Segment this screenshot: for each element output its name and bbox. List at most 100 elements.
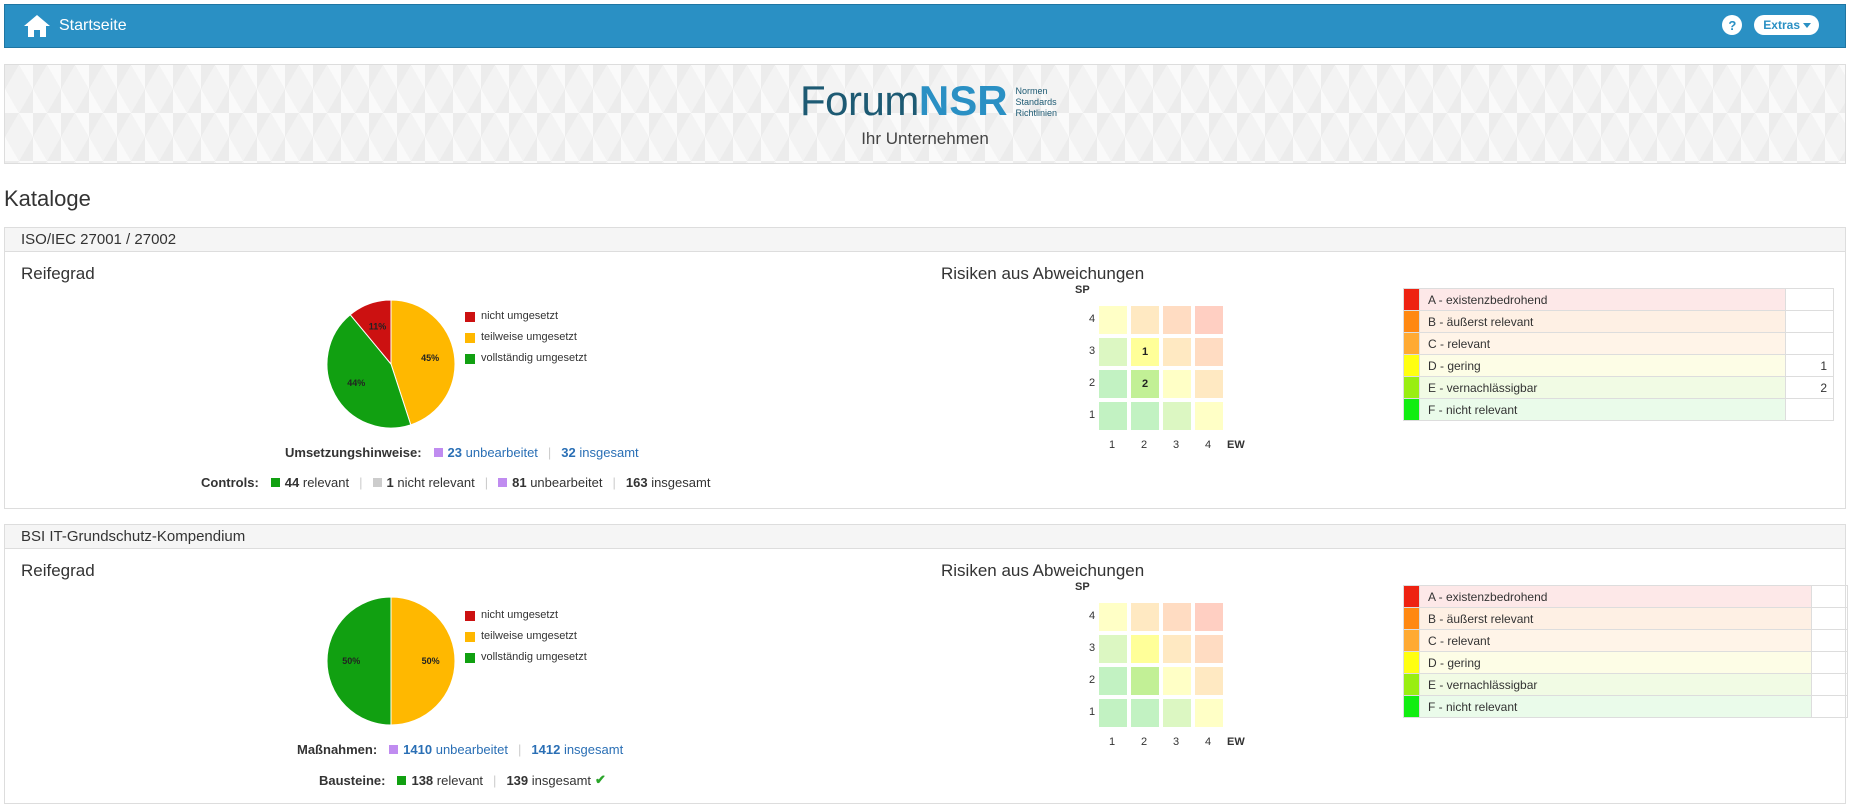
matrix-y-tick: 3 (1089, 345, 1096, 357)
legend-item: teilweise umgesetzt (465, 626, 587, 647)
risk-class-row[interactable]: D - gering (1403, 651, 1848, 674)
help-button[interactable]: ? (1722, 15, 1743, 35)
risk-class-name: B - äußerst relevant (1419, 310, 1786, 333)
logo-tag-line: Richtlinien (1015, 108, 1058, 118)
company-name: Ihr Unternehmen (861, 129, 989, 148)
risk-class-row[interactable]: B - äußerst relevant (1403, 310, 1834, 333)
pie-slice-label: 50% (342, 656, 360, 666)
total-text: insgesamt (563, 742, 624, 757)
risk-matrix-cell[interactable] (1099, 306, 1127, 334)
separator: | (612, 475, 616, 490)
risk-matrix-cell[interactable] (1131, 306, 1159, 334)
risk-class-name: C - relevant (1419, 332, 1786, 355)
risk-matrix-cell[interactable] (1099, 699, 1127, 727)
risk-class-count (1811, 695, 1848, 718)
risk-matrix-cell[interactable] (1195, 306, 1223, 334)
stat-text: relevant (436, 772, 484, 788)
risk-class-row[interactable]: F - nicht relevant (1403, 398, 1834, 421)
pie-slice-label: 50% (422, 656, 440, 666)
unprocessed-count: 23 (447, 445, 462, 460)
risk-color-swatch (1403, 651, 1420, 674)
risk-class-row[interactable]: F - nicht relevant (1403, 695, 1848, 718)
extras-dropdown-button[interactable]: Extras (1754, 15, 1819, 35)
legend-item: nicht umgesetzt (465, 605, 587, 626)
risk-matrix-cell[interactable] (1099, 338, 1127, 366)
stat-count: 163 (625, 475, 648, 490)
risk-class-count (1811, 629, 1848, 652)
risk-class-count (1785, 288, 1834, 311)
total-link[interactable]: 1412 insgesamt (531, 742, 623, 757)
unprocessed-text: unbearbeitet (465, 445, 538, 460)
risk-matrix-cell[interactable] (1099, 370, 1127, 398)
risk-matrix-cell[interactable] (1163, 603, 1191, 631)
maturity-pie-chart: 50% 50% (327, 597, 456, 726)
risk-class-count (1785, 398, 1834, 421)
matrix-y-tick: 1 (1089, 706, 1096, 718)
logo-forum-text: Forum (800, 77, 919, 124)
risk-matrix-cell[interactable] (1163, 635, 1191, 663)
risk-class-row[interactable]: C - relevant (1403, 629, 1848, 652)
home-link[interactable]: Startseite (23, 14, 127, 38)
risk-matrix-cell[interactable] (1131, 699, 1159, 727)
risk-matrix-cell[interactable] (1163, 338, 1191, 366)
risk-class-row[interactable]: A - existenzbedrohend (1403, 585, 1848, 608)
risk-color-swatch (1403, 673, 1420, 696)
risk-class-table: A - existenzbedrohend B - äußerst relevan… (1403, 288, 1834, 421)
risk-matrix-cell[interactable] (1163, 306, 1191, 334)
stats-row-controls: Controls: 44 relevant | 1 nicht relevant | 81… (201, 475, 710, 490)
risk-class-row[interactable]: D - gering 1 (1403, 354, 1834, 377)
risk-class-row[interactable]: A - existenzbedrohend (1403, 288, 1834, 311)
matrix-x-label: EW (1227, 439, 1245, 451)
pie-slice-label: 44% (347, 378, 365, 388)
purple-square-icon (433, 448, 443, 457)
risk-matrix-cell[interactable] (1099, 603, 1127, 631)
risk-matrix-cell[interactable] (1195, 402, 1223, 430)
risk-matrix-cell[interactable] (1099, 402, 1127, 430)
risk-matrix-cell[interactable] (1195, 370, 1223, 398)
total-link[interactable]: 32 insgesamt (561, 445, 638, 460)
legend-item: teilweise umgesetzt (465, 327, 587, 348)
risk-matrix-cell[interactable] (1163, 699, 1191, 727)
risk-matrix-cell[interactable] (1131, 603, 1159, 631)
risk-class-row[interactable]: E - vernachlässigbar (1403, 673, 1848, 696)
risk-matrix-cell[interactable] (1195, 699, 1223, 727)
risk-matrix-cell[interactable] (1131, 402, 1159, 430)
stat-count: 138 (411, 772, 434, 788)
risk-matrix-cell[interactable] (1195, 338, 1223, 366)
legend-label: vollständig umgesetzt (481, 651, 587, 663)
catalog-title[interactable]: ISO/IEC 27001 / 27002 (5, 228, 1845, 252)
stats-label: Controls: (201, 475, 259, 490)
risk-class-row[interactable]: C - relevant (1403, 332, 1834, 355)
logo-tag-line: Standards (1015, 97, 1057, 107)
risk-matrix-cell[interactable] (1131, 667, 1159, 695)
risk-matrix-cell[interactable] (1099, 667, 1127, 695)
risk-class-row[interactable]: E - vernachlässigbar 2 (1403, 376, 1834, 399)
risk-matrix-cell[interactable] (1163, 667, 1191, 695)
top-navbar: Startseite ? Extras (4, 4, 1846, 48)
risk-class-name: B - äußerst relevant (1419, 607, 1812, 630)
legend-item: vollständig umgesetzt (465, 348, 587, 369)
risk-matrix-cell[interactable] (1131, 635, 1159, 663)
risk-matrix-cell[interactable] (1195, 603, 1223, 631)
matrix-x-tick: 2 (1141, 439, 1148, 451)
catalog-panel: BSI IT-Grundschutz-Kompendium Reifegrad Ri… (4, 524, 1848, 804)
unprocessed-link[interactable]: 1410 unbearbeitet (403, 742, 508, 757)
risk-class-row[interactable]: B - äußerst relevant (1403, 607, 1848, 630)
risk-matrix-cell[interactable] (1163, 402, 1191, 430)
risk-color-swatch (1403, 607, 1420, 630)
catalog-title[interactable]: BSI IT-Grundschutz-Kompendium (5, 525, 1845, 549)
risk-matrix-cell[interactable] (1099, 635, 1127, 663)
risk-class-name: D - gering (1419, 651, 1812, 674)
matrix-x-tick: 1 (1109, 439, 1116, 451)
legend-label: nicht umgesetzt (481, 609, 559, 621)
risk-matrix-cell[interactable]: 2 (1131, 370, 1159, 398)
separator: | (518, 742, 522, 757)
risk-matrix-cell[interactable] (1163, 370, 1191, 398)
risk-matrix-cell[interactable]: 1 (1131, 338, 1159, 366)
unprocessed-link[interactable]: 23 unbearbeitet (448, 445, 538, 460)
pie-legend: nicht umgesetzt teilweise umgesetzt vollst… (465, 605, 587, 668)
risk-matrix-cell[interactable] (1195, 667, 1223, 695)
risk-title: Risiken aus Abweichungen (941, 264, 1145, 283)
risk-matrix-cell[interactable] (1195, 635, 1223, 663)
matrix-y-tick: 2 (1089, 377, 1096, 389)
